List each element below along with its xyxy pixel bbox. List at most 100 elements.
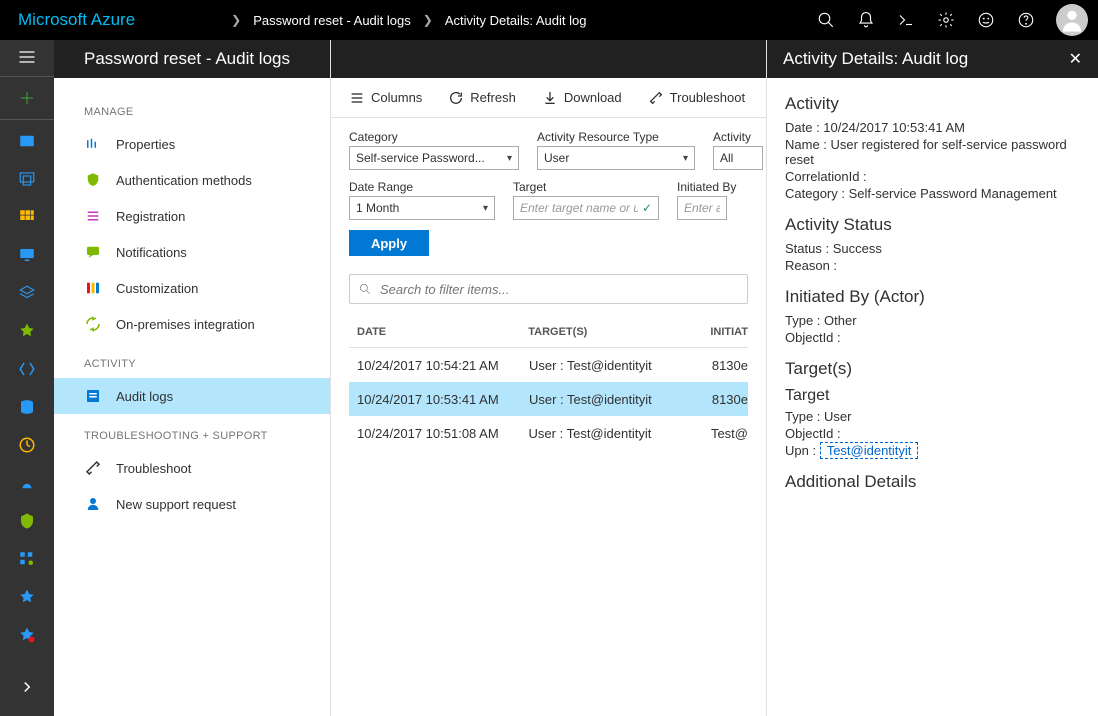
check-icon: ✓: [642, 201, 652, 215]
wrench-icon: [84, 459, 102, 477]
cell-initiated: 8130e: [712, 358, 748, 373]
menu-item-label: Customization: [116, 281, 198, 296]
content-blade: Columns Refresh Download Troubleshoot Ca…: [331, 40, 766, 716]
menu-item-label: Notifications: [116, 245, 187, 260]
toolbar-label: Troubleshoot: [670, 90, 745, 105]
column-header-initiated[interactable]: INITIAT: [710, 326, 748, 338]
troubleshoot-button[interactable]: Troubleshoot: [648, 90, 745, 106]
menu-item-registration[interactable]: Registration: [54, 198, 330, 234]
table-row[interactable]: 10/24/2017 10:53:41 AM User : Test@ident…: [349, 382, 748, 416]
menu-item-label: On-premises integration: [116, 317, 255, 332]
activity-resource-type-select[interactable]: User▾: [537, 146, 695, 170]
help-icon[interactable]: [1006, 0, 1046, 40]
filter-label: Activity Resource Type: [537, 130, 695, 144]
breadcrumb-item[interactable]: Activity Details: Audit log: [445, 13, 587, 28]
rail-item-advisor[interactable]: [0, 464, 54, 502]
search-icon: [358, 282, 372, 296]
rail-item-dashboard[interactable]: [0, 122, 54, 160]
rail-item-functions[interactable]: [0, 350, 54, 388]
rail-item-app-services[interactable]: [0, 312, 54, 350]
cell-date: 10/24/2017 10:54:21 AM: [349, 358, 529, 373]
search-icon[interactable]: [806, 0, 846, 40]
blade-title: Password reset - Audit logs: [54, 40, 330, 78]
apply-button[interactable]: Apply: [349, 230, 429, 256]
chevron-right-icon: ❯: [231, 13, 241, 27]
close-icon[interactable]: ✕: [1069, 49, 1082, 69]
columns-button[interactable]: Columns: [349, 90, 422, 106]
toolbar-label: Columns: [371, 90, 422, 105]
bell-icon[interactable]: [846, 0, 886, 40]
table-row[interactable]: 10/24/2017 10:51:08 AM User : Test@ident…: [349, 416, 748, 450]
filter-label: Category: [349, 130, 519, 144]
rail-item-sql[interactable]: [0, 388, 54, 426]
avatar[interactable]: [1056, 4, 1088, 36]
gear-icon[interactable]: [926, 0, 966, 40]
activity-select[interactable]: All: [713, 146, 763, 170]
brand[interactable]: Microsoft Azure: [0, 10, 153, 30]
detail-heading-targets: Target(s): [785, 359, 1080, 379]
rail-item-security[interactable]: [0, 502, 54, 540]
rail-item-more[interactable]: [0, 616, 54, 654]
chevron-right-icon[interactable]: [0, 668, 54, 706]
detail-blade: Activity Details: Audit log ✕ Activity D…: [766, 40, 1098, 716]
menu-item-troubleshoot[interactable]: Troubleshoot: [54, 450, 330, 486]
chevron-down-icon: ▾: [507, 153, 512, 164]
properties-icon: [84, 135, 102, 153]
rail-item-all-resources[interactable]: [0, 198, 54, 236]
detail-status: Status : Success: [785, 241, 1080, 256]
download-button[interactable]: Download: [542, 90, 622, 106]
detail-heading-activity: Activity: [785, 94, 1080, 114]
cloud-shell-icon[interactable]: [886, 0, 926, 40]
detail-title: Activity Details: Audit log: [783, 49, 968, 69]
search-input[interactable]: [349, 274, 748, 304]
rail-item-resource-groups[interactable]: [0, 160, 54, 198]
cell-target: User : Test@identityit: [529, 392, 712, 407]
section-label-support: TROUBLESHOOTING + SUPPORT: [54, 414, 330, 450]
menu-item-auth-methods[interactable]: Authentication methods: [54, 162, 330, 198]
rail-item-monitor[interactable]: [0, 426, 54, 464]
detail-heading-status: Activity Status: [785, 215, 1080, 235]
toolbar-label: Refresh: [470, 90, 516, 105]
target-input[interactable]: ✓: [513, 196, 659, 220]
section-label-activity: ACTIVITY: [54, 342, 330, 378]
detail-target-upn: Upn : Test@identityit: [785, 443, 1080, 458]
rail-item-storage[interactable]: [0, 274, 54, 312]
menu-item-customization[interactable]: Customization: [54, 270, 330, 306]
menu-item-properties[interactable]: Properties: [54, 126, 330, 162]
smiley-icon[interactable]: [966, 0, 1006, 40]
initiated-by-input[interactable]: [677, 196, 727, 220]
top-actions: [806, 0, 1098, 40]
cell-date: 10/24/2017 10:53:41 AM: [349, 392, 529, 407]
upn-link[interactable]: Test@identityit: [820, 442, 919, 459]
list-icon: [84, 207, 102, 225]
cell-target: User : Test@identityit: [529, 426, 711, 441]
menu-item-notifications[interactable]: Notifications: [54, 234, 330, 270]
add-icon[interactable]: [0, 79, 54, 117]
cell-target: User : Test@identityit: [529, 358, 712, 373]
detail-heading-initiated: Initiated By (Actor): [785, 287, 1080, 307]
breadcrumb-item[interactable]: Password reset - Audit logs: [253, 13, 411, 28]
chevron-right-icon: ❯: [423, 13, 433, 27]
rail-item-help[interactable]: [0, 578, 54, 616]
section-label-manage: MANAGE: [54, 90, 330, 126]
filters: Category Self-service Password...▾ Activi…: [331, 118, 766, 264]
refresh-button[interactable]: Refresh: [448, 90, 516, 106]
date-range-select[interactable]: 1 Month▾: [349, 196, 495, 220]
filter-label: Target: [513, 180, 659, 194]
menu-item-onprem[interactable]: On-premises integration: [54, 306, 330, 342]
column-header-date[interactable]: DATE: [349, 326, 528, 338]
filter-label: Date Range: [349, 180, 495, 194]
menu-item-audit-logs[interactable]: Audit logs: [54, 378, 330, 414]
table-row[interactable]: 10/24/2017 10:54:21 AM User : Test@ident…: [349, 348, 748, 382]
rail-item-vm[interactable]: [0, 236, 54, 274]
category-select[interactable]: Self-service Password...▾: [349, 146, 519, 170]
column-header-targets[interactable]: TARGET(S): [528, 326, 710, 338]
chevron-down-icon: ▾: [483, 203, 488, 214]
hamburger-icon[interactable]: [0, 40, 54, 74]
toolbar-label: Download: [564, 90, 622, 105]
rail-item-cost[interactable]: [0, 540, 54, 578]
filter-label: Initiated By: [677, 180, 736, 194]
support-icon: [84, 495, 102, 513]
menu-item-new-support[interactable]: New support request: [54, 486, 330, 522]
detail-name: Name : User registered for self-service …: [785, 137, 1080, 167]
